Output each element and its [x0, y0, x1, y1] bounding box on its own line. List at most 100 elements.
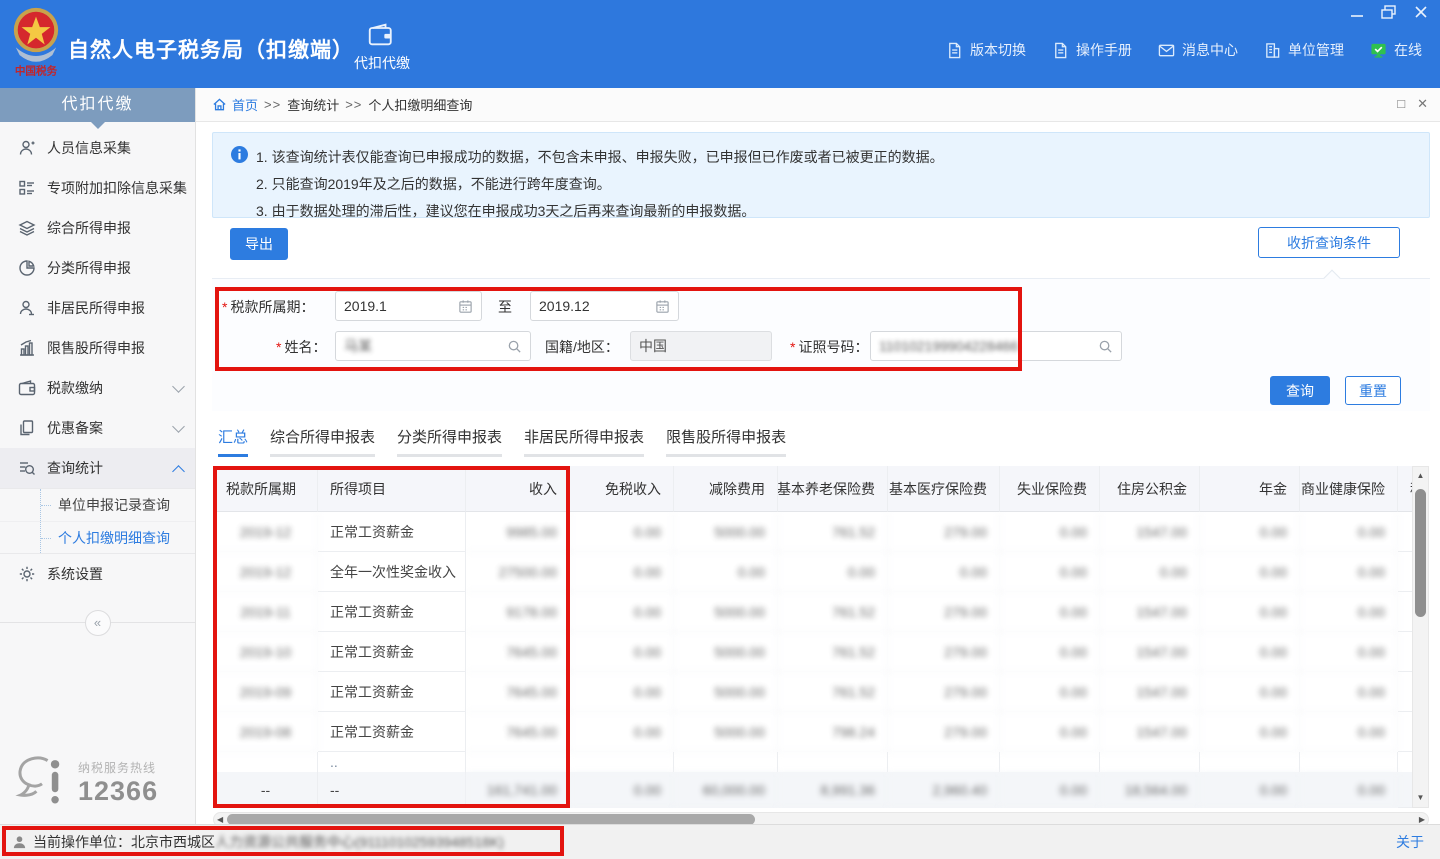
user-icon: [18, 139, 36, 157]
calendar-icon[interactable]: [655, 299, 670, 314]
id-number-input[interactable]: 110102199904228466: [870, 331, 1122, 361]
table-cell: 0.00: [1200, 712, 1300, 752]
header-menu-label: 单位管理: [1288, 40, 1344, 60]
header-menu-label: 在线: [1394, 40, 1422, 60]
table-cell: 279.00: [888, 592, 1000, 632]
table-cell: 0.00: [1200, 672, 1300, 712]
table-cell: [570, 752, 674, 772]
table-row[interactable]: 2019-11正常工资薪金9178.000.005000.00761.52279…: [214, 592, 1412, 632]
period-from-input[interactable]: 2019.1: [335, 291, 482, 321]
tab-汇总[interactable]: 汇总: [218, 426, 248, 457]
breadcrumb-home-link[interactable]: 首页: [232, 95, 258, 114]
header-menu-版本切换[interactable]: 版本切换: [946, 40, 1026, 60]
wallet-icon: [368, 23, 396, 47]
person-icon: [18, 299, 36, 317]
about-link[interactable]: 关于: [1396, 832, 1424, 852]
sidebar-subitem-个人扣缴明细查询[interactable]: 个人扣缴明细查询: [0, 521, 195, 553]
table-row[interactable]: 2019-12全年一次性奖金收入27500.000.000.000.000.00…: [214, 552, 1412, 592]
export-button[interactable]: 导出: [230, 228, 288, 260]
header-menu: 版本切换 操作手册 消息中心 单位管理 在线: [946, 40, 1422, 60]
sidebar-item-专项附加扣除信息采集[interactable]: 专项附加扣除信息采集: [0, 168, 195, 208]
reset-button[interactable]: 重置: [1345, 376, 1401, 405]
restore-icon[interactable]: [1380, 4, 1398, 20]
sidebar-item-优惠备案[interactable]: 优惠备案: [0, 408, 195, 448]
table-row[interactable]: 2019-09正常工资薪金7645.000.005000.00761.52279…: [214, 672, 1412, 712]
table-row[interactable]: 2019-08正常工资薪金7645.000.005000.00798.24279…: [214, 712, 1412, 752]
tab-综合所得申报表[interactable]: 综合所得申报表: [270, 426, 375, 457]
table-header-cell: 减除费用: [674, 466, 778, 512]
header-menu-操作手册[interactable]: 操作手册: [1052, 40, 1132, 60]
wallet-icon: [18, 379, 36, 397]
panel-close-icon[interactable]: ✕: [1417, 96, 1428, 112]
table-row[interactable]: 2019-12正常工资薪金9985.000.005000.00761.52279…: [214, 512, 1412, 552]
main-panel: 首页 >> 查询统计 >> 个人扣缴明细查询 □ ✕ 1. 该查询统计表仅能查询…: [196, 88, 1440, 824]
list-icon: [18, 179, 36, 197]
table-cell: 0.00: [1300, 712, 1398, 752]
window-controls: [1348, 4, 1430, 20]
hotline-number: 12366: [78, 776, 158, 807]
sidebar-item-人员信息采集[interactable]: 人员信息采集: [0, 128, 195, 168]
sidebar-collapse-button[interactable]: «: [85, 610, 111, 636]
sidebar-item-限售股所得申报[interactable]: 限售股所得申报: [0, 328, 195, 368]
sidebar-item-系统设置[interactable]: 系统设置: [0, 554, 195, 594]
sidebar-item-综合所得申报[interactable]: 综合所得申报: [0, 208, 195, 248]
header-menu-label: 消息中心: [1182, 40, 1238, 60]
sidebar-item-非居民所得申报[interactable]: 非居民所得申报: [0, 288, 195, 328]
panel-maximize-icon[interactable]: □: [1397, 96, 1405, 112]
table-cell: 0.00: [1200, 592, 1300, 632]
tab-非居民所得申报表[interactable]: 非居民所得申报表: [524, 426, 644, 457]
table-cell: 正常工资薪金: [318, 672, 466, 712]
header-menu-在线[interactable]: 在线: [1370, 40, 1422, 60]
vertical-scroll-thumb[interactable]: [1415, 489, 1426, 617]
sidebar-item-label: 系统设置: [47, 564, 183, 584]
sidebar-submenu: 单位申报记录查询个人扣缴明细查询: [0, 488, 195, 554]
search-button[interactable]: 查询: [1270, 376, 1330, 405]
table-cell: 18,564.00: [1100, 772, 1200, 808]
sidebar-item-label: 限售股所得申报: [47, 338, 183, 358]
pie-icon: [18, 259, 36, 277]
name-input[interactable]: 马某: [335, 331, 531, 361]
table-header-cell: 税: [1398, 466, 1412, 512]
header-tab-withholding[interactable]: 代扣代缴: [348, 16, 416, 80]
table-cell: 0.00: [1000, 632, 1100, 672]
period-to-input[interactable]: 2019.12: [530, 291, 679, 321]
sidebar-item-税款缴纳[interactable]: 税款缴纳: [0, 368, 195, 408]
scroll-down-icon[interactable]: ▼: [1413, 791, 1428, 805]
collapse-query-conditions-button[interactable]: 收折查询条件: [1258, 227, 1400, 258]
table-cell: 2019-08: [214, 712, 318, 752]
table-cell: 0.00: [1000, 552, 1100, 592]
result-tabs: 汇总综合所得申报表分类所得申报表非居民所得申报表限售股所得申报表: [218, 426, 786, 457]
header-menu-消息中心[interactable]: 消息中心: [1158, 40, 1238, 60]
table-cell: 0.00: [1200, 632, 1300, 672]
tab-分类所得申报表[interactable]: 分类所得申报表: [397, 426, 502, 457]
period-to-label: 至: [498, 297, 512, 317]
notice-line: 1. 该查询统计表仅能查询已申报成功的数据，不包含未申报、申报失败，已申报但已作…: [256, 144, 944, 171]
calendar-icon[interactable]: [458, 299, 473, 314]
vertical-scrollbar[interactable]: ▲ ▼: [1412, 466, 1429, 808]
scroll-up-icon[interactable]: ▲: [1413, 469, 1428, 483]
minimize-icon[interactable]: [1348, 4, 1366, 20]
sidebar: 代扣代缴 人员信息采集专项附加扣除信息采集综合所得申报分类所得申报非居民所得申报…: [0, 88, 196, 824]
layers-icon: [18, 219, 36, 237]
current-unit-redacted: 人力资源公共服务中心(91110102593948518K): [215, 832, 504, 852]
document-icon: [1052, 42, 1069, 59]
table-header-cell: 收入: [466, 466, 570, 512]
sidebar-collapse-row: «: [0, 610, 195, 636]
close-icon[interactable]: [1412, 4, 1430, 20]
table-row[interactable]: 2019-10正常工资薪金7645.000.005000.00761.52279…: [214, 632, 1412, 672]
sidebar-subitem-单位申报记录查询[interactable]: 单位申报记录查询: [0, 489, 195, 521]
tab-限售股所得申报表[interactable]: 限售股所得申报表: [666, 426, 786, 457]
sidebar-item-分类所得申报[interactable]: 分类所得申报: [0, 248, 195, 288]
search-icon[interactable]: [507, 339, 522, 354]
hotline-block: 纳税服务热线 12366: [14, 754, 158, 812]
header-menu-单位管理[interactable]: 单位管理: [1264, 40, 1344, 60]
table-cell: [1398, 552, 1412, 592]
table-cell: 0.00: [1200, 552, 1300, 592]
search-icon[interactable]: [1098, 339, 1113, 354]
table-cell: [1398, 512, 1412, 552]
sidebar-item-查询统计[interactable]: 查询统计: [0, 448, 195, 488]
result-table: 税款所属期所得项目收入免税收入减除费用基本养老保险费基本医疗保险费失业保险费住房…: [213, 466, 1412, 808]
table-cell: 1547.00: [1100, 672, 1200, 712]
table-cell: [1300, 752, 1398, 772]
table-cell: 2019-12: [214, 512, 318, 552]
